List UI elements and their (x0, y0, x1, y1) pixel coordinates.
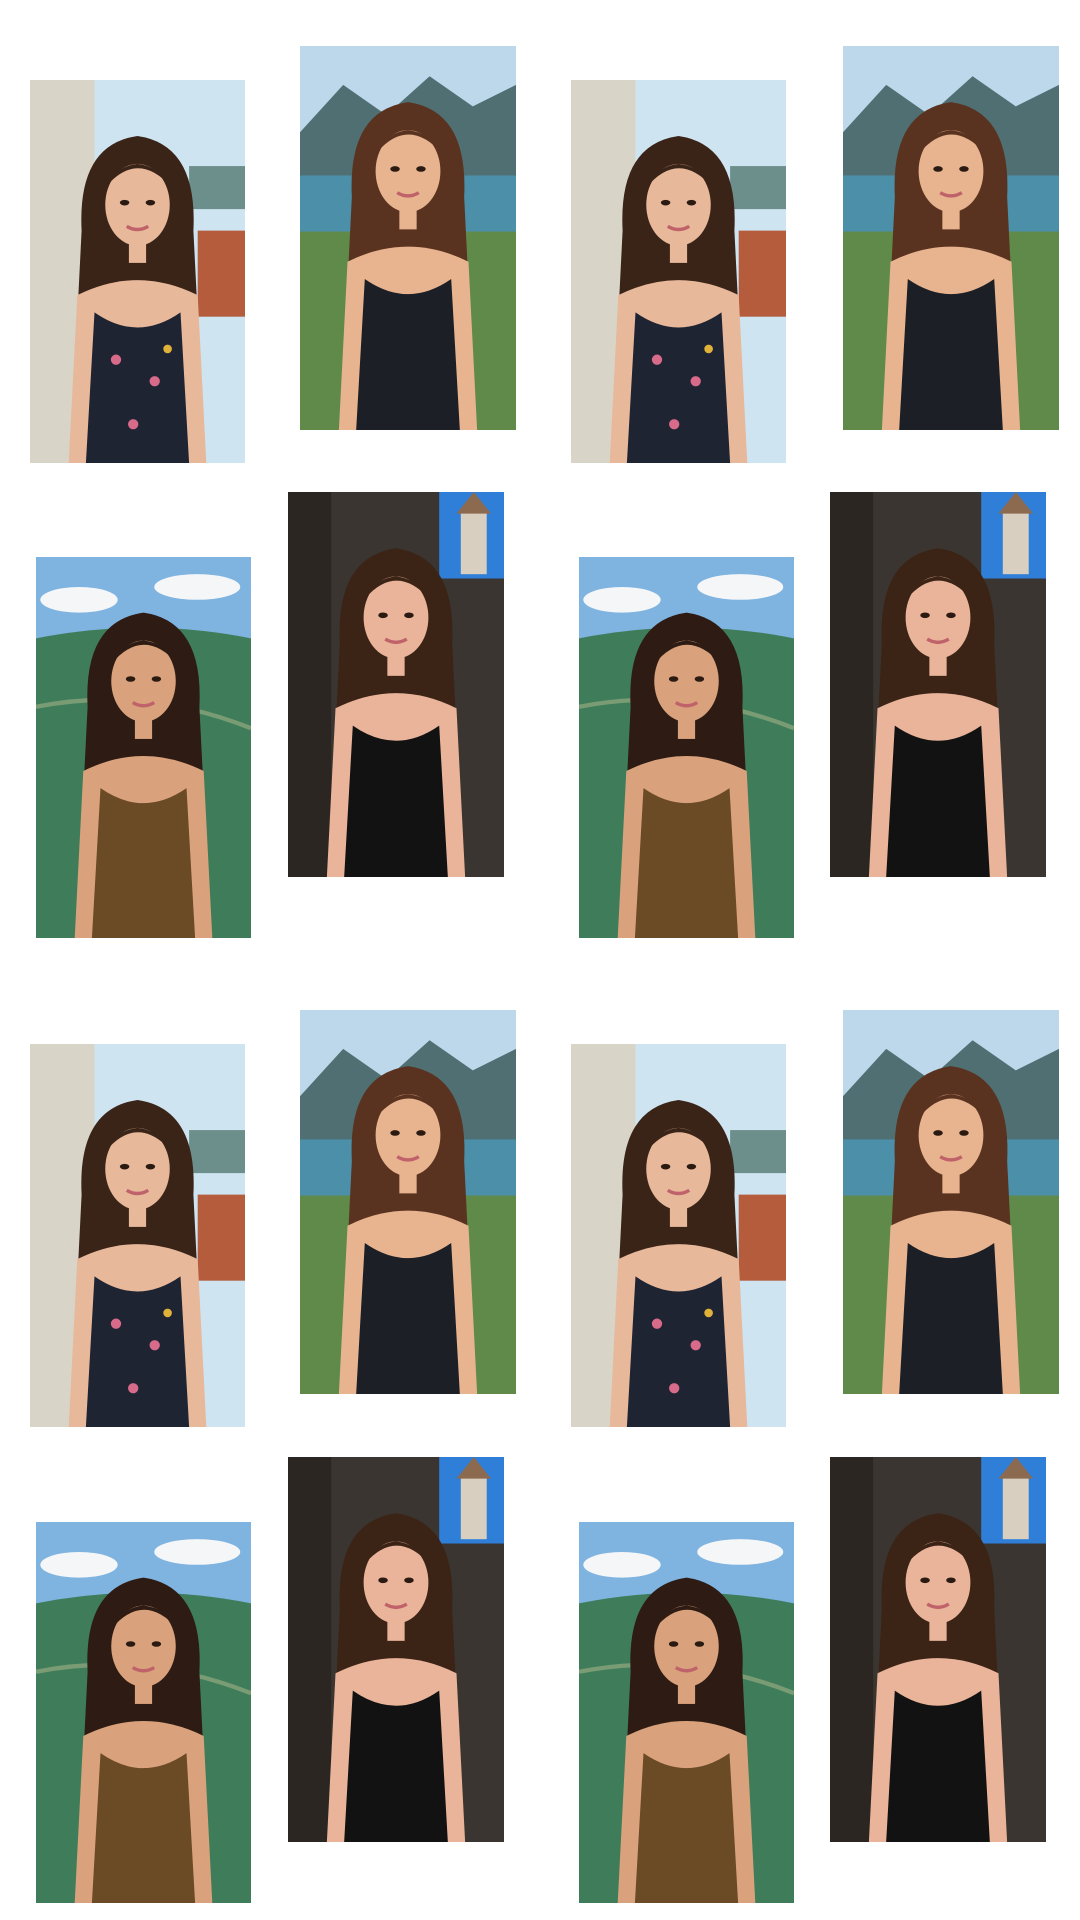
photo-image (30, 1044, 245, 1427)
photo-tile[interactable] (571, 1044, 786, 1427)
photo-image (300, 1010, 516, 1394)
photo-image (579, 557, 794, 938)
photo-tile[interactable] (300, 1010, 516, 1394)
photo-image (288, 492, 504, 877)
photo-image (571, 1044, 786, 1427)
photo-tile[interactable] (36, 557, 251, 938)
photo-image (36, 557, 251, 938)
photo-grid (0, 0, 1080, 1920)
photo-tile[interactable] (30, 1044, 245, 1427)
photo-image (36, 1522, 251, 1903)
photo-tile[interactable] (288, 492, 504, 877)
photo-tile[interactable] (830, 492, 1046, 877)
photo-image (300, 46, 516, 430)
photo-tile[interactable] (288, 1457, 504, 1842)
photo-image (571, 80, 786, 463)
photo-image (579, 1522, 794, 1903)
photo-image (830, 492, 1046, 877)
photo-image (30, 80, 245, 463)
photo-tile[interactable] (843, 1010, 1059, 1394)
photo-tile[interactable] (36, 1522, 251, 1903)
photo-tile[interactable] (579, 557, 794, 938)
photo-image (288, 1457, 504, 1842)
photo-image (843, 1010, 1059, 1394)
photo-tile[interactable] (30, 80, 245, 463)
photo-tile[interactable] (579, 1522, 794, 1903)
photo-tile[interactable] (830, 1457, 1046, 1842)
photo-tile[interactable] (571, 80, 786, 463)
photo-image (843, 46, 1059, 430)
photo-tile[interactable] (300, 46, 516, 430)
photo-image (830, 1457, 1046, 1842)
photo-tile[interactable] (843, 46, 1059, 430)
